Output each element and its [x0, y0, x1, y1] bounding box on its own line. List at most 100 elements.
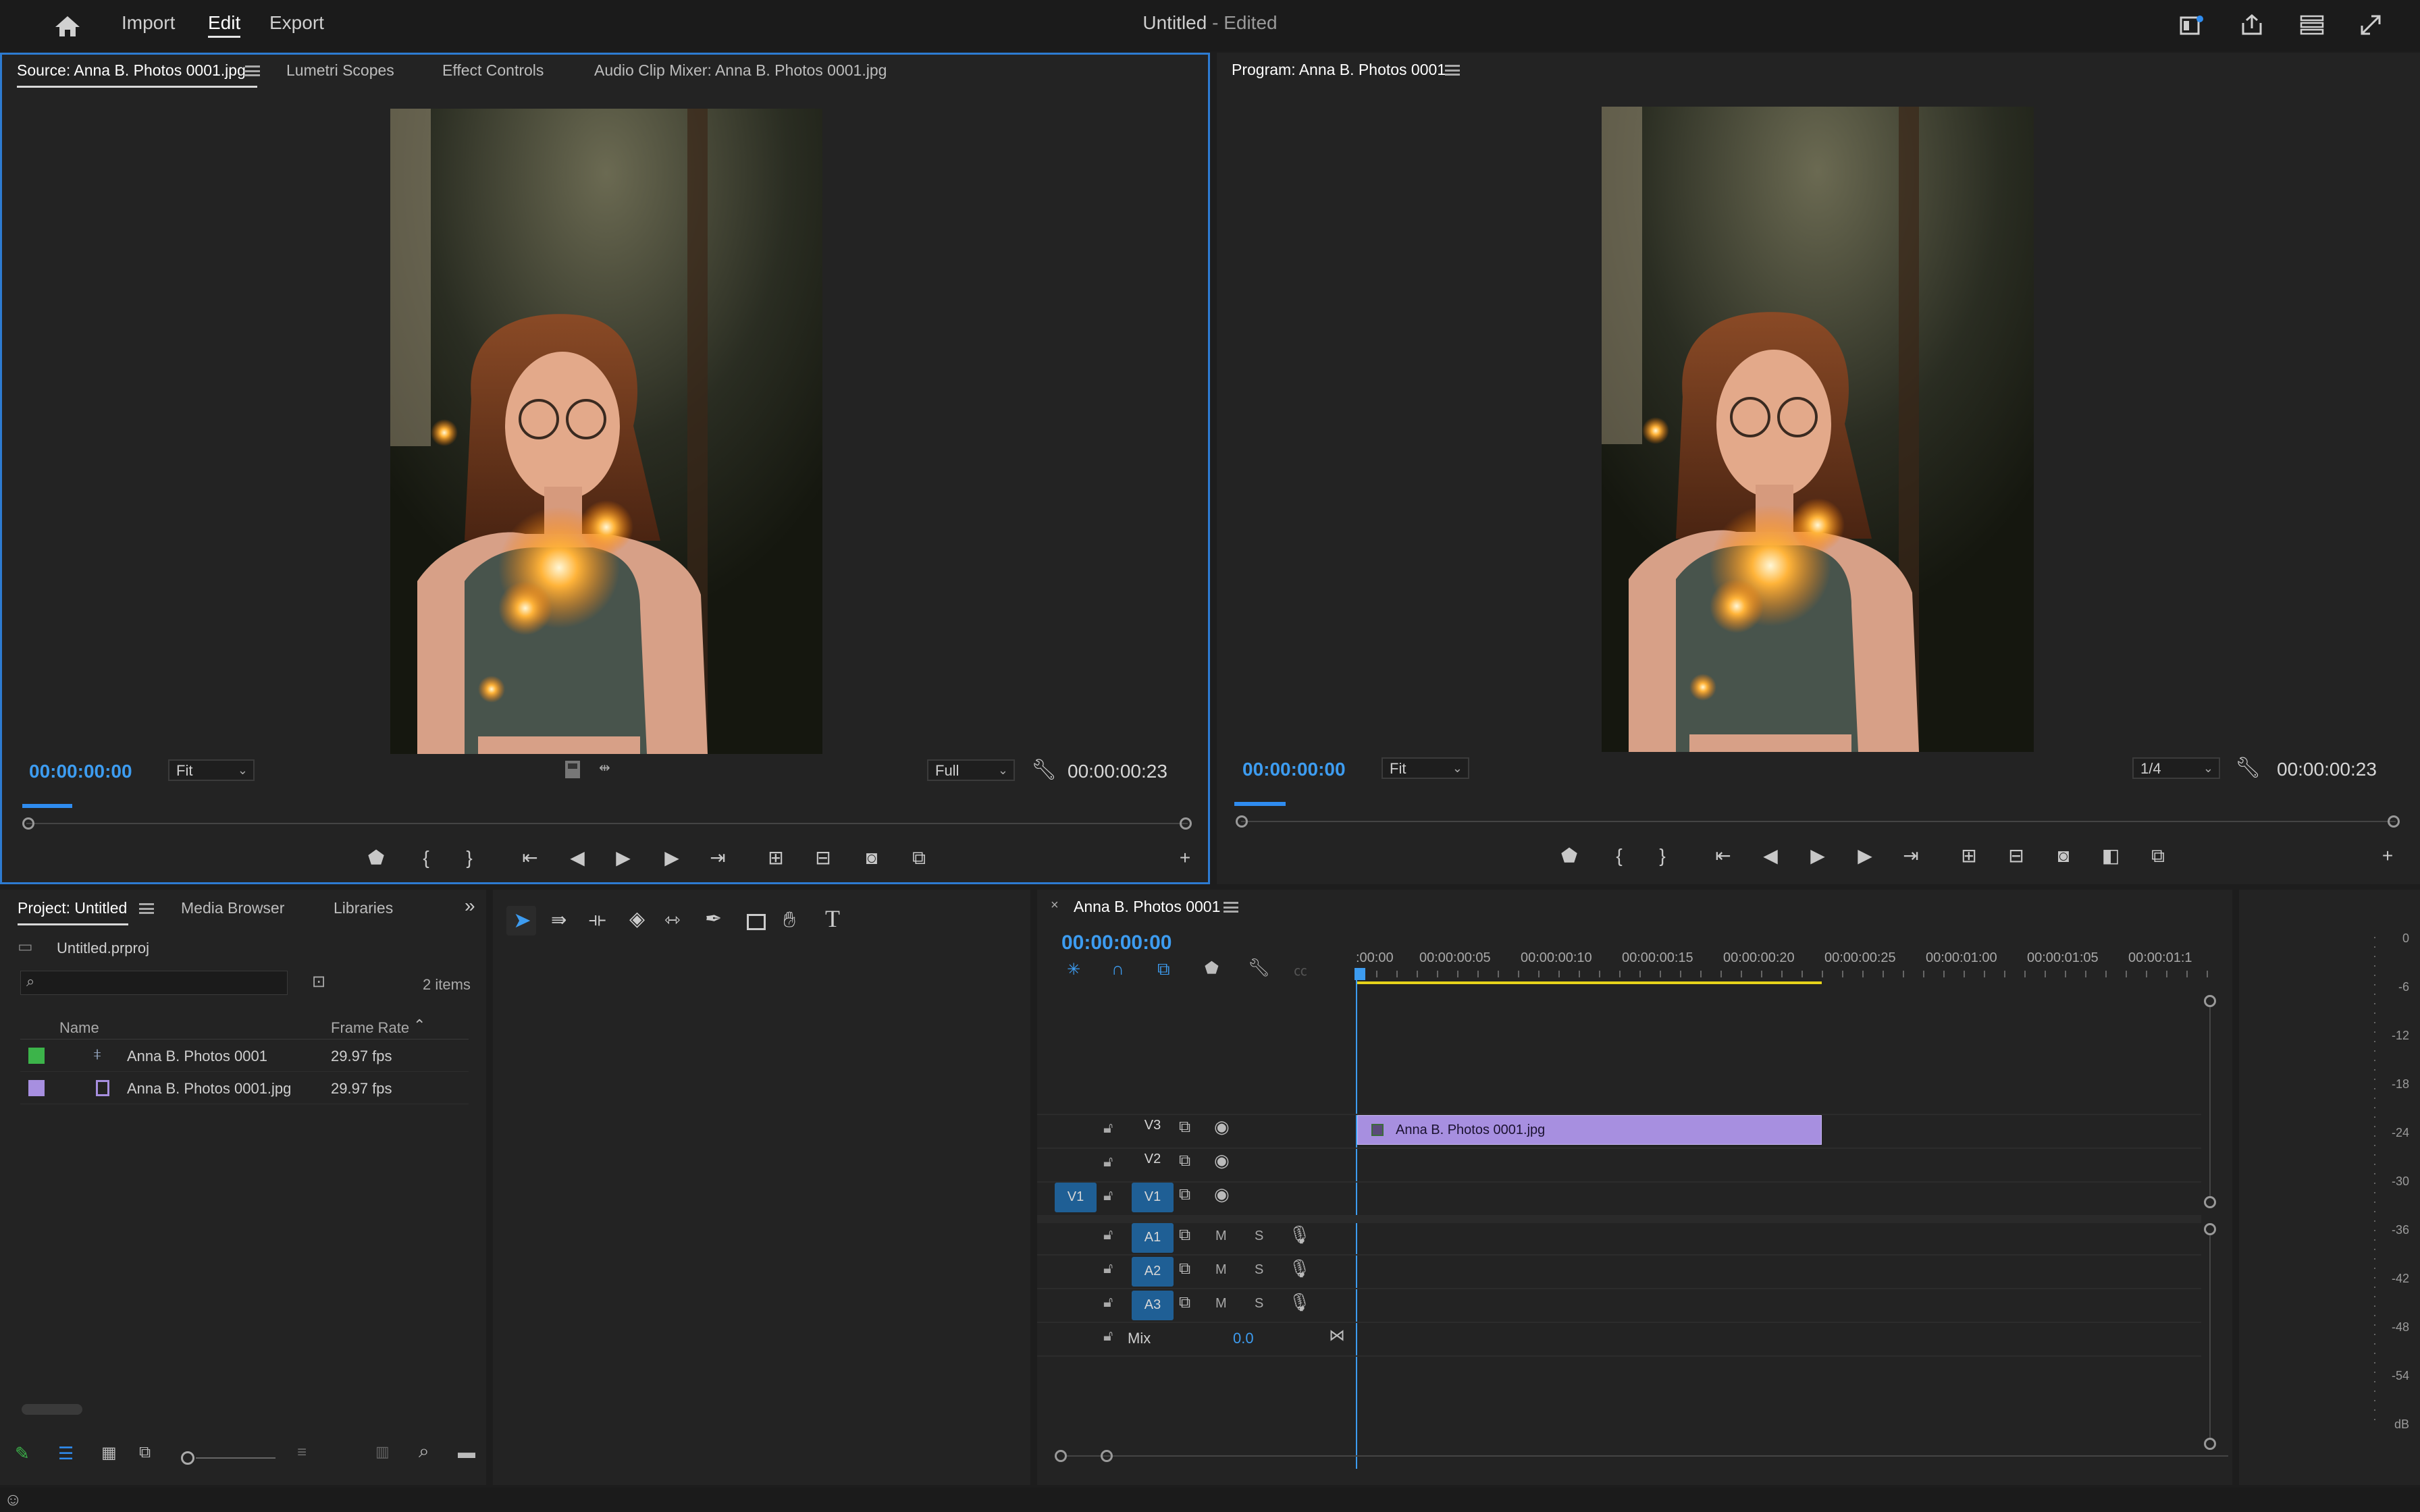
solo-button[interactable]: S — [1255, 1228, 1263, 1244]
rectangle-tool-icon[interactable] — [747, 914, 766, 930]
share-icon[interactable] — [2240, 14, 2263, 36]
tab-lumetri-scopes[interactable]: Lumetri Scopes — [286, 61, 394, 80]
mark-out-icon[interactable]: } — [1649, 842, 1676, 869]
button-editor-icon[interactable]: ⧉ — [905, 844, 932, 871]
camera-icon[interactable]: ◙ — [2050, 842, 2077, 869]
program-quality-select[interactable]: 1/4 ⌄ — [2132, 757, 2220, 779]
sort-icon[interactable]: ≡ — [297, 1443, 307, 1462]
workspaces-icon[interactable] — [2180, 15, 2204, 36]
ripple-edit-tool-icon[interactable]: ⟛ — [589, 909, 606, 931]
mark-out-icon[interactable]: } — [456, 844, 483, 871]
h-scroll-handle-right[interactable] — [1101, 1450, 1113, 1462]
wrench-icon[interactable]: 🔧︎ — [1031, 758, 1057, 782]
sync-lock-icon[interactable]: ⧉ — [1179, 1152, 1190, 1170]
slip-tool-icon[interactable]: ⇿ — [664, 909, 680, 931]
add-button-icon[interactable]: + — [1172, 844, 1199, 871]
playhead-line[interactable] — [1356, 977, 1357, 1469]
panel-menu-icon[interactable] — [245, 65, 260, 76]
tab-media-browser[interactable]: Media Browser — [181, 899, 284, 917]
sync-lock-icon[interactable]: ⧉ — [1179, 1185, 1190, 1204]
nav-export[interactable]: Export — [269, 12, 324, 34]
go-to-in-icon[interactable]: ⇤ — [1710, 842, 1737, 869]
eye-icon[interactable]: ◉ — [1214, 1184, 1230, 1205]
go-to-in-icon[interactable]: ⇤ — [517, 844, 544, 871]
add-button-icon[interactable]: + — [2374, 842, 2401, 869]
mute-button[interactable]: M — [1215, 1228, 1227, 1244]
tab-libraries[interactable]: Libraries — [334, 899, 393, 917]
v-scroll-handle-bottom[interactable] — [2204, 1196, 2216, 1208]
program-zoom-bar[interactable] — [1241, 821, 2396, 822]
insert-icon[interactable]: ⊞ — [762, 844, 789, 871]
add-marker-icon[interactable]: ⬟ — [363, 844, 390, 871]
panel-menu-icon[interactable] — [1224, 902, 1238, 913]
sync-lock-icon[interactable]: ⧉ — [1179, 1226, 1190, 1245]
source-patch-v1[interactable]: V1 — [1055, 1183, 1097, 1212]
tab-project[interactable]: Project: Untitled — [18, 899, 127, 917]
program-monitor-title[interactable]: Program: Anna B. Photos 0001 — [1232, 61, 1446, 79]
comparison-view-icon[interactable]: ◧ — [2097, 842, 2124, 869]
razor-tool-icon[interactable]: ◈ — [629, 907, 645, 931]
lock-icon[interactable]: 🔓︎ — [1103, 1153, 1113, 1170]
v-scroll-handle-top[interactable] — [2204, 995, 2216, 1007]
video-vertical-scrollbar[interactable] — [2209, 1007, 2211, 1196]
a-scroll-handle-bottom[interactable] — [2204, 1438, 2216, 1450]
list-item[interactable]: ⧧ Anna B. Photos 0001 29.97 fps — [20, 1040, 469, 1072]
pen-tool-icon[interactable]: ✒ — [705, 907, 722, 931]
column-frame-rate[interactable]: Frame Rate — [331, 1019, 409, 1037]
zoom-handle-left[interactable] — [22, 817, 34, 830]
step-back-icon[interactable]: ◀ — [564, 844, 591, 871]
nest-icon[interactable]: ✳ — [1067, 960, 1080, 979]
selection-tool-icon[interactable]: ➤ — [513, 907, 531, 933]
source-zoom-bar[interactable] — [26, 823, 1188, 824]
hand-tool-icon[interactable]: ✋︎ — [783, 907, 795, 933]
microphone-icon[interactable]: 🎙︎ — [1288, 1292, 1311, 1313]
timeline-horizontal-scrollbar[interactable] — [1067, 1455, 2228, 1457]
track-target-v1[interactable]: V1 — [1132, 1183, 1174, 1212]
panel-menu-icon[interactable] — [139, 903, 154, 914]
button-editor-icon[interactable]: ⧉ — [2145, 842, 2172, 869]
panel-overflow-icon[interactable]: » — [465, 895, 475, 917]
track-label-v3[interactable]: V3 — [1132, 1112, 1174, 1138]
play-icon[interactable]: ▶ — [1804, 842, 1831, 869]
wrench-icon[interactable]: 🔧︎ — [2235, 756, 2261, 780]
sync-lock-icon[interactable]: ⧉ — [1179, 1293, 1190, 1312]
timeline-timecode[interactable]: 00:00:00:00 — [1061, 932, 1172, 954]
source-zoom-select[interactable]: Fit ⌄ — [168, 759, 255, 781]
icon-view-icon[interactable]: ▦ — [101, 1443, 117, 1463]
captions-icon[interactable]: ㏄ — [1294, 960, 1307, 979]
sort-ascending-icon[interactable]: ⌃ — [413, 1017, 425, 1034]
list-item[interactable]: Anna B. Photos 0001.jpg 29.97 fps — [20, 1072, 469, 1104]
track-divider[interactable] — [1037, 1215, 2201, 1223]
step-back-icon[interactable]: ◀ — [1757, 842, 1784, 869]
fullscreen-icon[interactable] — [2359, 14, 2382, 36]
eye-icon[interactable]: ◉ — [1214, 1116, 1230, 1137]
quick-export-icon[interactable] — [2300, 15, 2324, 35]
nudge-icon[interactable]: ⋈ — [1329, 1326, 1345, 1345]
creative-cloud-icon[interactable]: ☺ — [4, 1489, 22, 1510]
track-label-v2[interactable]: V2 — [1132, 1146, 1174, 1172]
lock-icon[interactable]: 🔓︎ — [1103, 1293, 1113, 1311]
nav-import[interactable]: Import — [122, 12, 175, 34]
program-playhead-timecode[interactable]: 00:00:00:00 — [1242, 759, 1346, 780]
source-quality-select[interactable]: Full ⌄ — [927, 759, 1015, 781]
camera-icon[interactable]: ◙ — [858, 844, 885, 871]
tab-source[interactable]: Source: Anna B. Photos 0001.jpg — [17, 61, 246, 80]
step-forward-icon[interactable]: ▶ — [658, 844, 685, 871]
new-bin-icon[interactable]: ▬ — [458, 1442, 475, 1463]
zoom-handle-right[interactable] — [2388, 815, 2400, 828]
sync-lock-icon[interactable]: ⧉ — [1179, 1260, 1190, 1278]
zoom-slider-handle[interactable] — [181, 1451, 194, 1465]
linked-selection-icon[interactable]: ⧉ — [1157, 959, 1170, 980]
track-target-a3[interactable]: A3 — [1132, 1291, 1174, 1320]
microphone-icon[interactable]: 🎙︎ — [1288, 1258, 1311, 1279]
mute-button[interactable]: M — [1215, 1262, 1227, 1278]
wrench-icon[interactable]: 🔧︎ — [1248, 957, 1270, 978]
nav-edit[interactable]: Edit — [208, 12, 241, 38]
step-forward-icon[interactable]: ▶ — [1851, 842, 1878, 869]
snap-magnet-icon[interactable]: ∩ — [1111, 959, 1124, 979]
horizontal-scrollbar[interactable] — [22, 1404, 82, 1415]
close-tab-icon[interactable]: × — [1051, 898, 1059, 913]
drop-frame-icon[interactable] — [564, 759, 581, 780]
source-playhead-timecode[interactable]: 00:00:00:00 — [29, 761, 132, 782]
label-color-swatch[interactable] — [28, 1048, 45, 1064]
